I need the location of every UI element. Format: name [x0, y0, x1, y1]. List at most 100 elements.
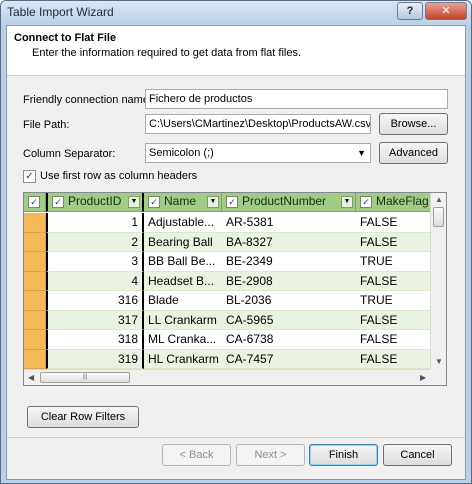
window-title: Table Import Wizard — [7, 5, 114, 19]
grid-cell: 317 — [46, 310, 144, 330]
grid-cell: 2 — [46, 232, 144, 252]
grid-cell: Adjustable... — [144, 213, 222, 233]
horizontal-scrollbar[interactable]: ◀ ||| ▶ — [24, 369, 432, 385]
grid-cell: 1 — [46, 213, 144, 233]
column-header-productid[interactable]: ✓ ProductID ▼ — [46, 193, 144, 212]
column-header-label: ProductNumber — [242, 194, 327, 208]
column-separator-value: Semicolon (;) — [149, 147, 214, 159]
finish-button[interactable]: Finish — [309, 444, 378, 466]
column-header-label: ProductID — [68, 194, 122, 208]
row-selector[interactable] — [24, 271, 46, 291]
grid-cell: BA-8327 — [222, 232, 356, 252]
grid-cell: BE-2908 — [222, 271, 356, 291]
column-checkbox-makeflag[interactable]: ✓ — [360, 196, 372, 208]
first-row-headers-checkbox[interactable]: ✓ — [23, 170, 36, 183]
cancel-button[interactable]: Cancel — [383, 444, 452, 466]
column-separator-select[interactable]: Semicolon (;) ▼ — [145, 143, 371, 163]
table-import-wizard-window: Table Import Wizard ? ✕ Connect to Flat … — [0, 0, 472, 484]
help-icon[interactable]: ? — [397, 2, 423, 20]
grid-cell: CA-6738 — [222, 330, 356, 350]
column-checkbox-productnumber[interactable]: ✓ — [226, 196, 238, 208]
grid-cell: LL Crankarm — [144, 310, 222, 330]
scroll-down-icon[interactable]: ▼ — [435, 357, 443, 366]
select-all-checkbox[interactable]: ✓ — [28, 196, 40, 208]
row-selector[interactable] — [24, 330, 46, 350]
browse-button-label: Browse... — [390, 118, 437, 130]
grid-cell: 3 — [46, 252, 144, 272]
scroll-left-icon[interactable]: ◀ — [28, 373, 34, 382]
advanced-button[interactable]: Advanced — [379, 142, 448, 164]
column-checkbox-name[interactable]: ✓ — [148, 196, 160, 208]
column-header-productnumber[interactable]: ✓ ProductNumber ▼ — [222, 193, 356, 212]
grid-cell: FALSE — [356, 349, 432, 369]
grid-cell: 318 — [46, 330, 144, 350]
grid-cell: BE-2349 — [222, 252, 356, 272]
page-title: Connect to Flat File — [14, 32, 117, 44]
select-all-header[interactable]: ✓ — [24, 193, 46, 212]
column-separator-label: Column Separator: — [23, 148, 116, 160]
friendly-name-input[interactable]: Fichero de productos — [145, 89, 448, 109]
scrollbar-corner — [430, 369, 446, 385]
grid-cell: 316 — [46, 291, 144, 311]
grid-cell: Bearing Ball — [144, 232, 222, 252]
browse-button[interactable]: Browse... — [379, 113, 448, 135]
grid-cell: 4 — [46, 271, 144, 291]
grid-cell: Blade — [144, 291, 222, 311]
clear-row-filters-label: Clear Row Filters — [40, 411, 126, 423]
finish-button-label: Finish — [328, 449, 359, 461]
grid-cell: FALSE — [356, 271, 432, 291]
filter-dropdown-icon[interactable]: ▼ — [128, 196, 140, 208]
column-header-name[interactable]: ✓ Name ▼ — [144, 193, 222, 212]
grid-cell: AR-5381 — [222, 213, 356, 233]
column-header-label: MakeFlag — [376, 194, 429, 208]
file-path-label: File Path: — [23, 119, 70, 131]
close-icon[interactable]: ✕ — [425, 2, 467, 20]
row-selector[interactable] — [24, 310, 46, 330]
grid-cell: FALSE — [356, 310, 432, 330]
column-header-label: Name — [164, 194, 197, 208]
scroll-right-icon[interactable]: ▶ — [420, 373, 426, 382]
grid-cell: BL-2036 — [222, 291, 356, 311]
vertical-scrollbar[interactable]: ▲ ▼ — [430, 193, 446, 370]
page-subtitle: Enter the information required to get da… — [32, 47, 302, 59]
grid-cell: CA-7457 — [222, 349, 356, 369]
back-button[interactable]: < Back — [162, 444, 231, 466]
next-button-label: Next > — [254, 449, 287, 461]
vertical-scroll-thumb[interactable] — [433, 207, 444, 227]
grid-cell: BB Ball Be... — [144, 252, 222, 272]
grid-cell: FALSE — [356, 232, 432, 252]
next-button[interactable]: Next > — [236, 444, 305, 466]
filter-dropdown-icon[interactable]: ▼ — [207, 196, 219, 208]
column-checkbox-productid[interactable]: ✓ — [52, 196, 64, 208]
filter-dropdown-icon[interactable]: ▼ — [341, 196, 353, 208]
row-selector[interactable] — [24, 349, 46, 369]
grid-cell: ML Cranka... — [144, 330, 222, 350]
column-header-makeflag[interactable]: ✓ MakeFlag — [356, 193, 432, 212]
header-panel: Connect to Flat File Enter the informati… — [7, 26, 465, 76]
back-button-label: < Back — [179, 449, 214, 461]
dropdown-arrow-icon: ▼ — [357, 148, 366, 158]
row-selector[interactable] — [24, 232, 46, 252]
grid-cell: Headset B... — [144, 271, 222, 291]
grid-cell: 319 — [46, 349, 144, 369]
cancel-button-label: Cancel — [400, 449, 435, 461]
wizard-client-area: Connect to Flat File Enter the informati… — [6, 25, 466, 480]
grid-cell: FALSE — [356, 213, 432, 233]
grid-cell: FALSE — [356, 330, 432, 350]
grid-cell: TRUE — [356, 291, 432, 311]
row-selector[interactable] — [24, 252, 46, 272]
grid-cell: CA-5965 — [222, 310, 356, 330]
footer-divider — [7, 437, 465, 438]
friendly-name-label: Friendly connection name: — [23, 94, 153, 106]
row-selector[interactable] — [24, 213, 46, 233]
file-path-input[interactable]: C:\Users\CMartinez\Desktop\ProductsAW.cs… — [145, 114, 371, 134]
data-preview-grid[interactable]: ✓ ✓ ProductID ▼ ✓ Name ▼ ✓ ProductNumber… — [23, 192, 447, 386]
clear-row-filters-button[interactable]: Clear Row Filters — [27, 406, 139, 428]
horizontal-scroll-thumb[interactable]: ||| — [40, 372, 130, 383]
scroll-up-icon[interactable]: ▲ — [435, 195, 443, 204]
grid-cell: HL Crankarm — [144, 349, 222, 369]
row-selector[interactable] — [24, 291, 46, 311]
first-row-headers-label: Use first row as column headers — [40, 170, 198, 182]
grid-cell: TRUE — [356, 252, 432, 272]
title-bar[interactable]: Table Import Wizard ? ✕ — [1, 1, 471, 23]
